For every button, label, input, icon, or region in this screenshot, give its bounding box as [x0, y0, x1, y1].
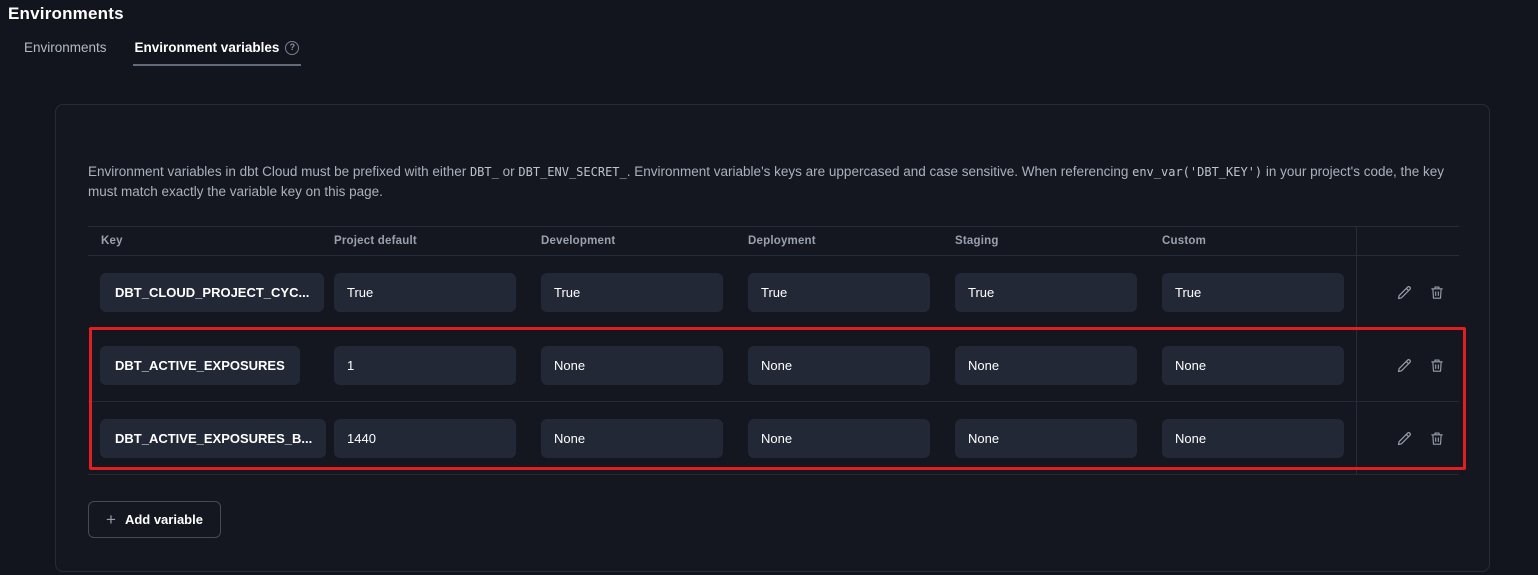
- plus-icon: +: [106, 511, 116, 528]
- variable-key-field[interactable]: DBT_CLOUD_PROJECT_CYC...: [100, 273, 324, 312]
- development-value-field[interactable]: None: [541, 346, 723, 385]
- table-header-row: Key Project default Development Deployme…: [88, 226, 1459, 256]
- tab-environments[interactable]: Environments: [22, 40, 109, 66]
- code-dbt-prefix: DBT_: [470, 165, 499, 179]
- environment-variables-table: Key Project default Development Deployme…: [88, 226, 1459, 475]
- code-dbt-env-secret-prefix: DBT_ENV_SECRET_: [518, 165, 626, 179]
- column-header-project-default: Project default: [334, 235, 541, 247]
- trash-icon: [1429, 284, 1445, 301]
- project-default-value-field[interactable]: 1440: [334, 419, 516, 458]
- help-icon[interactable]: ?: [285, 41, 299, 55]
- edit-variable-button[interactable]: [1394, 428, 1414, 448]
- trash-icon: [1429, 430, 1445, 447]
- pencil-icon: [1396, 284, 1413, 301]
- variable-key-field[interactable]: DBT_ACTIVE_EXPOSURES: [100, 346, 300, 385]
- column-header-staging: Staging: [955, 235, 1162, 247]
- delete-variable-button[interactable]: [1427, 428, 1447, 448]
- staging-value-field[interactable]: True: [955, 273, 1137, 312]
- add-variable-label: Add variable: [125, 512, 203, 527]
- deployment-value-field[interactable]: True: [748, 273, 930, 312]
- table-row: DBT_CLOUD_PROJECT_CYC... True True True …: [88, 256, 1459, 329]
- page-title: Environments: [8, 4, 1538, 24]
- deployment-value-field[interactable]: None: [748, 346, 930, 385]
- staging-value-field[interactable]: None: [955, 419, 1137, 458]
- pencil-icon: [1396, 357, 1413, 374]
- column-header-deployment: Deployment: [748, 235, 955, 247]
- code-env-var-reference: env_var('DBT_KEY'): [1132, 165, 1262, 179]
- column-header-actions: [1356, 227, 1459, 255]
- development-value-field[interactable]: None: [541, 419, 723, 458]
- tab-bar: Environments Environment variables ?: [22, 40, 1538, 66]
- variable-key-field[interactable]: DBT_ACTIVE_EXPOSURES_B...: [100, 419, 326, 458]
- table-row: DBT_ACTIVE_EXPOSURES 1 None None None No…: [88, 329, 1459, 402]
- tab-environment-variables[interactable]: Environment variables ?: [133, 40, 302, 66]
- environment-variables-panel: Environment variables in dbt Cloud must …: [55, 104, 1490, 572]
- custom-value-field[interactable]: None: [1162, 346, 1344, 385]
- prefix-requirements-note: Environment variables in dbt Cloud must …: [88, 162, 1457, 202]
- table-row: DBT_ACTIVE_EXPOSURES_B... 1440 None None…: [88, 402, 1459, 475]
- column-header-custom: Custom: [1162, 235, 1356, 247]
- custom-value-field[interactable]: None: [1162, 419, 1344, 458]
- pencil-icon: [1396, 430, 1413, 447]
- edit-variable-button[interactable]: [1394, 355, 1414, 375]
- edit-variable-button[interactable]: [1394, 282, 1414, 302]
- delete-variable-button[interactable]: [1427, 355, 1447, 375]
- tab-environments-label: Environments: [24, 40, 107, 55]
- tab-environment-variables-label: Environment variables: [135, 40, 280, 55]
- deployment-value-field[interactable]: None: [748, 419, 930, 458]
- custom-value-field[interactable]: True: [1162, 273, 1344, 312]
- column-header-development: Development: [541, 235, 748, 247]
- staging-value-field[interactable]: None: [955, 346, 1137, 385]
- delete-variable-button[interactable]: [1427, 282, 1447, 302]
- project-default-value-field[interactable]: True: [334, 273, 516, 312]
- development-value-field[interactable]: True: [541, 273, 723, 312]
- column-header-key: Key: [88, 235, 334, 247]
- add-variable-button[interactable]: + Add variable: [88, 501, 221, 538]
- trash-icon: [1429, 357, 1445, 374]
- project-default-value-field[interactable]: 1: [334, 346, 516, 385]
